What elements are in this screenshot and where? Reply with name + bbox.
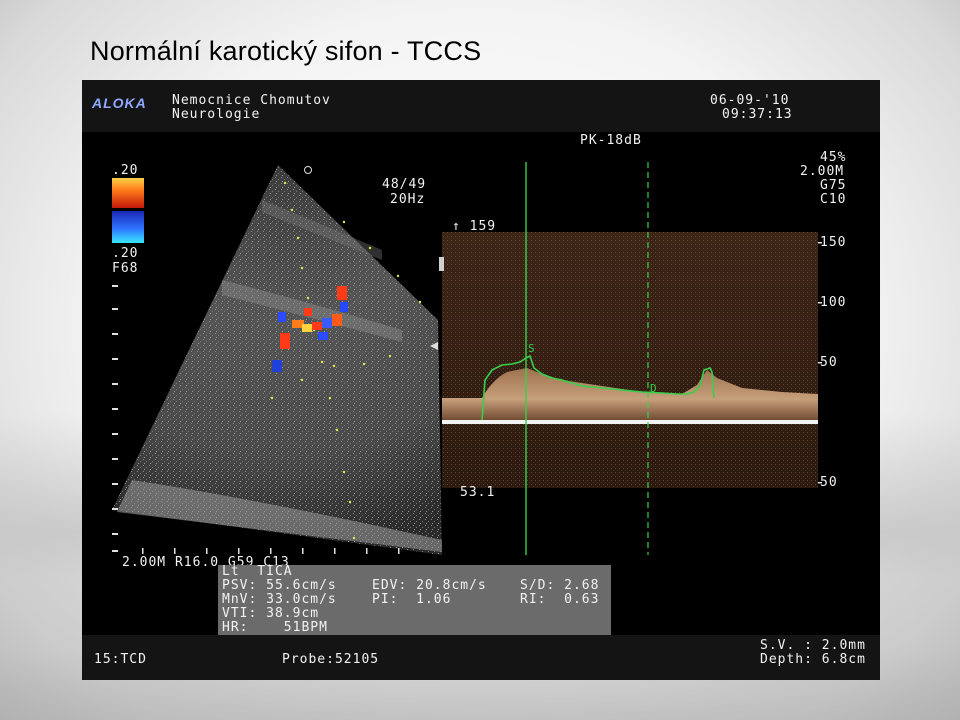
ultrasound-screen: ALOKA Nemocnice Chomutov Neurologie 06-0…: [82, 80, 880, 680]
mode-label: 15:TCD: [94, 652, 147, 667]
edv-value: EDV: 20.8cm/s: [372, 578, 487, 593]
slide-title: Normální karotický sifon - TCCS: [90, 36, 482, 66]
horizontal-scale: [142, 548, 400, 554]
spectral-display: S D: [439, 162, 822, 555]
marker-s: S: [528, 342, 535, 355]
pi-value: PI: 1.06: [372, 592, 452, 607]
scale-label-50-bottom: 50: [820, 475, 838, 490]
psv-value: PSV: 55.6cm/s: [222, 578, 337, 593]
scale-label-100: 100: [820, 295, 847, 310]
marker-d: D: [650, 382, 657, 395]
spectral-max: ↑ 159: [452, 219, 497, 234]
measurement-panel: Lt TICA PSV: 55.6cm/s EDV: 20.8cm/s S/D:…: [218, 565, 611, 635]
vti-value: VTI: 38.9cm: [222, 606, 320, 621]
ri-value: RI: 0.63: [520, 592, 600, 607]
vessel-label: Lt TICA: [222, 564, 293, 579]
probe-label: Probe:52105: [282, 652, 380, 667]
sd-value: S/D: 2.68: [520, 578, 600, 593]
doppler-angle: 53.1: [460, 485, 496, 500]
hr-value: HR: 51BPM: [222, 620, 328, 635]
sample-volume: S.V. : 2.0mm: [760, 638, 866, 653]
depth-label: Depth: 6.8cm: [760, 652, 866, 667]
footer-bar: 15:TCD Probe:52105 S.V. : 2.0mm Depth: 6…: [82, 635, 880, 680]
scale-label-50-top: 50: [820, 355, 838, 370]
scale-label-150: 150: [820, 235, 847, 250]
mnv-value: MnV: 33.0cm/s: [222, 592, 337, 607]
